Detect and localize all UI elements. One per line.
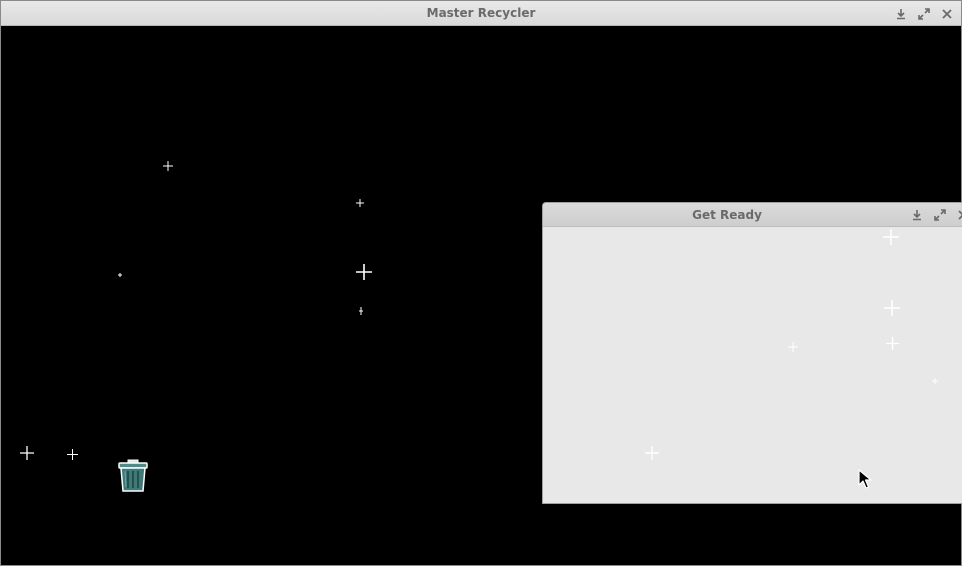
dialog-close-button[interactable]: [955, 207, 962, 223]
maximize-button[interactable]: [916, 6, 932, 22]
sparkle-icon: [788, 342, 798, 352]
sparkle-icon: [118, 273, 122, 277]
sparkle-icon: [356, 199, 364, 207]
close-icon: [958, 210, 962, 220]
sparkle-icon: [932, 378, 938, 384]
sparkle-icon: [645, 446, 659, 460]
close-icon: [942, 8, 952, 19]
dialog-minimize-button[interactable]: [909, 207, 925, 223]
sparkle-icon: [20, 446, 34, 460]
minimize-button[interactable]: [893, 6, 909, 22]
main-titlebar[interactable]: Master Recycler: [1, 1, 961, 26]
dialog-body: [543, 227, 962, 503]
dialog-titlebar[interactable]: Get Ready: [543, 203, 962, 227]
minimize-icon: [913, 210, 921, 221]
sparkle-icon: [67, 449, 78, 460]
mouse-cursor-icon: [858, 469, 872, 489]
close-button[interactable]: [939, 6, 955, 22]
sparkle-icon: [356, 264, 372, 280]
sparkle-icon: [884, 300, 900, 316]
maximize-icon: [918, 7, 930, 20]
dialog-window-controls: [909, 203, 962, 227]
maximize-icon: [934, 209, 946, 221]
sparkle-icon: [886, 337, 899, 350]
window-title: Master Recycler: [426, 6, 536, 20]
sparkle-icon: [163, 161, 173, 171]
minimize-icon: [897, 8, 905, 19]
sparkle-icon: [883, 229, 899, 245]
trash-can-icon[interactable]: [117, 459, 149, 493]
dialog-title: Get Ready: [692, 208, 762, 222]
window-controls: [893, 1, 955, 26]
sparkle-icon: [359, 307, 363, 315]
get-ready-dialog: Get Ready: [542, 202, 962, 504]
dialog-maximize-button[interactable]: [932, 207, 948, 223]
